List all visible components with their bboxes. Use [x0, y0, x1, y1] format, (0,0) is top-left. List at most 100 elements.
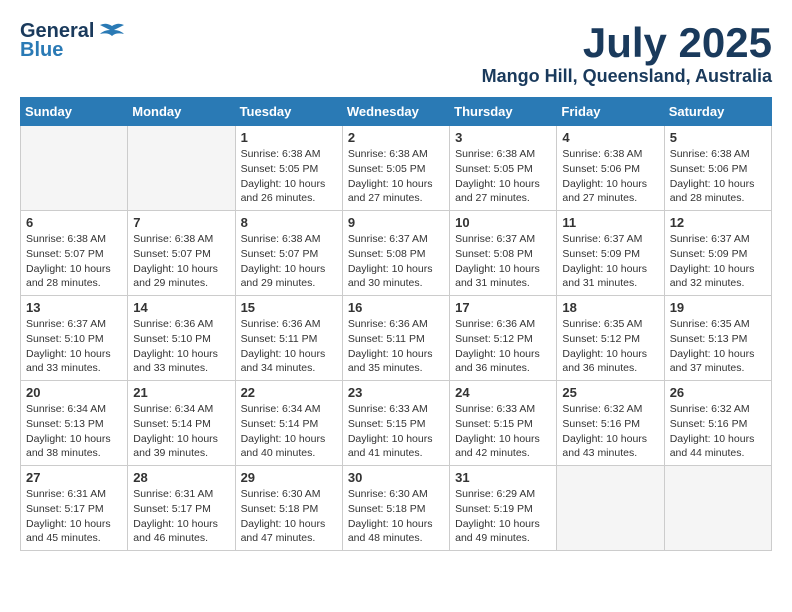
week-row-3: 13 Sunrise: 6:37 AM Sunset: 5:10 PM Dayli… [21, 296, 772, 381]
month-title: July 2025 [482, 20, 772, 66]
calendar-cell: 12 Sunrise: 6:37 AM Sunset: 5:09 PM Dayli… [664, 211, 771, 296]
calendar-cell: 30 Sunrise: 6:30 AM Sunset: 5:18 PM Dayli… [342, 466, 449, 551]
cell-content: Sunrise: 6:38 AM Sunset: 5:05 PM Dayligh… [348, 147, 444, 206]
day-number: 14 [133, 300, 229, 315]
day-number: 3 [455, 130, 551, 145]
calendar-cell: 28 Sunrise: 6:31 AM Sunset: 5:17 PM Dayli… [128, 466, 235, 551]
col-thursday: Thursday [450, 98, 557, 126]
header-row: Sunday Monday Tuesday Wednesday Thursday… [21, 98, 772, 126]
day-number: 26 [670, 385, 766, 400]
calendar-cell: 2 Sunrise: 6:38 AM Sunset: 5:05 PM Daylig… [342, 126, 449, 211]
day-number: 1 [241, 130, 337, 145]
day-number: 20 [26, 385, 122, 400]
cell-content: Sunrise: 6:34 AM Sunset: 5:14 PM Dayligh… [241, 402, 337, 461]
cell-content: Sunrise: 6:36 AM Sunset: 5:10 PM Dayligh… [133, 317, 229, 376]
logo: General Blue [20, 20, 126, 62]
day-number: 7 [133, 215, 229, 230]
cell-content: Sunrise: 6:37 AM Sunset: 5:08 PM Dayligh… [348, 232, 444, 291]
week-row-1: 1 Sunrise: 6:38 AM Sunset: 5:05 PM Daylig… [21, 126, 772, 211]
cell-content: Sunrise: 6:38 AM Sunset: 5:05 PM Dayligh… [455, 147, 551, 206]
calendar-cell: 6Sunrise: 6:38 AM Sunset: 5:07 PM Daylig… [21, 211, 128, 296]
day-number: 30 [348, 470, 444, 485]
calendar-cell: 11 Sunrise: 6:37 AM Sunset: 5:09 PM Dayli… [557, 211, 664, 296]
cell-content: Sunrise: 6:31 AM Sunset: 5:17 PM Dayligh… [26, 487, 122, 546]
cell-content: Sunrise: 6:38 AM Sunset: 5:05 PM Dayligh… [241, 147, 337, 206]
cell-content: Sunrise: 6:29 AM Sunset: 5:19 PM Dayligh… [455, 487, 551, 546]
cell-content: Sunrise: 6:37 AM Sunset: 5:08 PM Dayligh… [455, 232, 551, 291]
day-number: 8 [241, 215, 337, 230]
cell-content: Sunrise: 6:37 AM Sunset: 5:10 PM Dayligh… [26, 317, 122, 376]
cell-content: Sunrise: 6:33 AM Sunset: 5:15 PM Dayligh… [348, 402, 444, 461]
day-number: 2 [348, 130, 444, 145]
col-saturday: Saturday [664, 98, 771, 126]
calendar-cell [128, 126, 235, 211]
col-tuesday: Tuesday [235, 98, 342, 126]
page-header: General Blue July 2025 Mango Hill, Queen… [20, 20, 772, 87]
calendar-cell: 9 Sunrise: 6:37 AM Sunset: 5:08 PM Daylig… [342, 211, 449, 296]
calendar-cell: 26 Sunrise: 6:32 AM Sunset: 5:16 PM Dayli… [664, 381, 771, 466]
calendar-cell: 10Sunrise: 6:37 AM Sunset: 5:08 PM Dayli… [450, 211, 557, 296]
day-number: 27 [26, 470, 122, 485]
cell-content: Sunrise: 6:31 AM Sunset: 5:17 PM Dayligh… [133, 487, 229, 546]
calendar-cell: 17 Sunrise: 6:36 AM Sunset: 5:12 PM Dayli… [450, 296, 557, 381]
calendar-cell: 31 Sunrise: 6:29 AM Sunset: 5:19 PM Dayli… [450, 466, 557, 551]
calendar-cell [664, 466, 771, 551]
cell-content: Sunrise: 6:30 AM Sunset: 5:18 PM Dayligh… [241, 487, 337, 546]
calendar-cell: 29 Sunrise: 6:30 AM Sunset: 5:18 PM Dayli… [235, 466, 342, 551]
calendar-cell: 21Sunrise: 6:34 AM Sunset: 5:14 PM Dayli… [128, 381, 235, 466]
calendar-table: Sunday Monday Tuesday Wednesday Thursday… [20, 97, 772, 551]
day-number: 21 [133, 385, 229, 400]
day-number: 23 [348, 385, 444, 400]
week-row-5: 27 Sunrise: 6:31 AM Sunset: 5:17 PM Dayli… [21, 466, 772, 551]
day-number: 15 [241, 300, 337, 315]
week-row-2: 6 Sunrise: 6:38 AM Sunset: 5:07 PM Daylig… [21, 211, 772, 296]
day-number: 24 [455, 385, 551, 400]
day-number: 12 [670, 215, 766, 230]
day-number: 19 [670, 300, 766, 315]
calendar-cell: 27 Sunrise: 6:31 AM Sunset: 5:17 PM Dayli… [21, 466, 128, 551]
calendar-cell: 4Sunrise: 6:38 AM Sunset: 5:06 PM Daylig… [557, 126, 664, 211]
cell-content: Sunrise: 6:35 AM Sunset: 5:13 PM Dayligh… [670, 317, 766, 376]
calendar-cell: 24 Sunrise: 6:33 AM Sunset: 5:15 PM Dayli… [450, 381, 557, 466]
logo-bird-icon [98, 22, 126, 42]
week-row-4: 20 Sunrise: 6:34 AM Sunset: 5:13 PM Dayli… [21, 381, 772, 466]
day-number: 9 [348, 215, 444, 230]
calendar-cell: 15Sunrise: 6:36 AM Sunset: 5:11 PM Dayli… [235, 296, 342, 381]
col-wednesday: Wednesday [342, 98, 449, 126]
cell-content: Sunrise: 6:34 AM Sunset: 5:13 PM Dayligh… [26, 402, 122, 461]
col-monday: Monday [128, 98, 235, 126]
day-number: 18 [562, 300, 658, 315]
col-friday: Friday [557, 98, 664, 126]
day-number: 28 [133, 470, 229, 485]
calendar-cell: 5Sunrise: 6:38 AM Sunset: 5:06 PM Daylig… [664, 126, 771, 211]
day-number: 29 [241, 470, 337, 485]
day-number: 5 [670, 130, 766, 145]
cell-content: Sunrise: 6:30 AM Sunset: 5:18 PM Dayligh… [348, 487, 444, 546]
day-number: 13 [26, 300, 122, 315]
calendar-cell: 14 Sunrise: 6:36 AM Sunset: 5:10 PM Dayli… [128, 296, 235, 381]
day-number: 11 [562, 215, 658, 230]
calendar-cell [21, 126, 128, 211]
cell-content: Sunrise: 6:37 AM Sunset: 5:09 PM Dayligh… [670, 232, 766, 291]
calendar-cell [557, 466, 664, 551]
calendar-cell: 19 Sunrise: 6:35 AM Sunset: 5:13 PM Dayli… [664, 296, 771, 381]
day-number: 6 [26, 215, 122, 230]
calendar-cell: 1 Sunrise: 6:38 AM Sunset: 5:05 PM Daylig… [235, 126, 342, 211]
calendar-cell: 13 Sunrise: 6:37 AM Sunset: 5:10 PM Dayli… [21, 296, 128, 381]
cell-content: Sunrise: 6:37 AM Sunset: 5:09 PM Dayligh… [562, 232, 658, 291]
calendar-cell: 16Sunrise: 6:36 AM Sunset: 5:11 PM Dayli… [342, 296, 449, 381]
cell-content: Sunrise: 6:33 AM Sunset: 5:15 PM Dayligh… [455, 402, 551, 461]
calendar-cell: 22Sunrise: 6:34 AM Sunset: 5:14 PM Dayli… [235, 381, 342, 466]
cell-content: Sunrise: 6:32 AM Sunset: 5:16 PM Dayligh… [670, 402, 766, 461]
day-number: 4 [562, 130, 658, 145]
col-sunday: Sunday [21, 98, 128, 126]
cell-content: Sunrise: 6:36 AM Sunset: 5:12 PM Dayligh… [455, 317, 551, 376]
calendar-cell: 20 Sunrise: 6:34 AM Sunset: 5:13 PM Dayli… [21, 381, 128, 466]
day-number: 31 [455, 470, 551, 485]
cell-content: Sunrise: 6:36 AM Sunset: 5:11 PM Dayligh… [348, 317, 444, 376]
title-area: July 2025 Mango Hill, Queensland, Austra… [482, 20, 772, 87]
cell-content: Sunrise: 6:38 AM Sunset: 5:07 PM Dayligh… [133, 232, 229, 291]
calendar-cell: 25Sunrise: 6:32 AM Sunset: 5:16 PM Dayli… [557, 381, 664, 466]
day-number: 17 [455, 300, 551, 315]
calendar-cell: 8Sunrise: 6:38 AM Sunset: 5:07 PM Daylig… [235, 211, 342, 296]
